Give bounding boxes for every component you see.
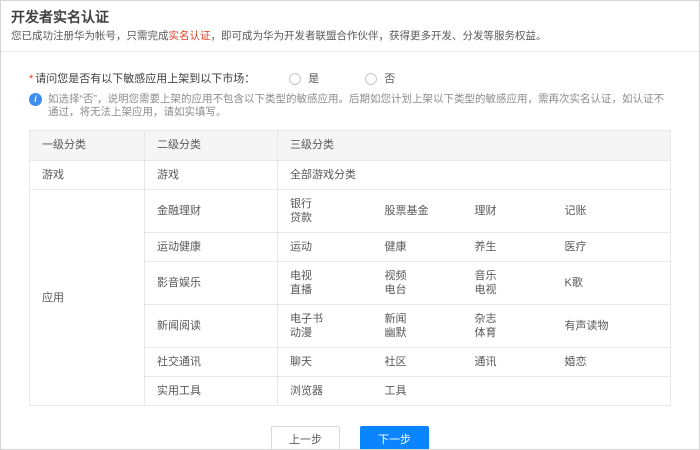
- radio-group: 是 否: [289, 72, 395, 86]
- category-cell: 医疗: [552, 232, 671, 262]
- subtitle-prefix: 您已成功注册华为帐号，只需完成: [11, 30, 169, 42]
- level2-cell: 运动健康: [144, 232, 278, 262]
- header-divider: [1, 51, 699, 52]
- category-cell: 健康: [372, 232, 463, 262]
- category-cell: 运动: [277, 232, 373, 262]
- prev-step-button[interactable]: 上一步: [271, 426, 340, 449]
- category-cell: 记账: [552, 189, 671, 233]
- category-cell: 电子书 动漫: [277, 304, 373, 348]
- category-cell: 理财: [462, 189, 553, 233]
- table-row-finance: 应用 金融理财 银行贷款 股票基金 理财 记账: [29, 189, 671, 406]
- radio-no-label: 否: [384, 73, 396, 85]
- header-level1: 一级分类: [29, 130, 145, 161]
- hint-row: i 如选择“否”，说明您需要上架的应用不包含以下类型的敏感应用。后期如您计划上架…: [29, 93, 671, 119]
- category-cell: 浏览器: [277, 376, 373, 406]
- category-cell: 股票基金: [372, 189, 463, 233]
- category-cell: 银行 贷款: [277, 189, 373, 233]
- level2-cell: 金融理财: [144, 189, 278, 233]
- category-line: 健康: [384, 241, 407, 253]
- category-line: 医疗: [564, 241, 587, 253]
- table-row-game: 游戏 游戏 全部游戏分类: [29, 160, 671, 190]
- category-line: 电视: [290, 270, 312, 282]
- category-cell: [552, 376, 671, 406]
- category-cell: 新闻 幽默: [372, 304, 463, 348]
- category-line: 电子书: [290, 313, 323, 325]
- category-cell: 有声读物: [552, 304, 671, 348]
- page-header: 开发者实名认证 您已成功注册华为帐号，只需完成实名认证，即可成为华为开发者联盟合…: [1, 1, 699, 43]
- category-line: 动漫: [290, 327, 312, 339]
- category-cell: 聊天: [277, 347, 373, 377]
- category-cell: 视频 电台: [372, 261, 463, 305]
- sensitive-app-question: * 请问您是否有以下敏感应用上架到以下市场： 是 否: [29, 72, 671, 86]
- category-cell: 通讯: [462, 347, 553, 377]
- radio-no[interactable]: 否: [365, 72, 395, 86]
- next-step-button[interactable]: 下一步: [360, 426, 429, 449]
- category-line: 股票基金: [384, 205, 429, 217]
- question-label: 请问您是否有以下敏感应用上架到以下市场：: [35, 73, 256, 85]
- app-level1-cell: 应用: [29, 189, 145, 406]
- radio-circle-icon[interactable]: [365, 73, 378, 85]
- category-line: 电视: [474, 284, 497, 296]
- category-line: 视频: [384, 270, 407, 282]
- realname-verification-page: 开发者实名认证 您已成功注册华为帐号，只需完成实名认证，即可成为华为开发者联盟合…: [0, 0, 700, 450]
- category-line: 直播: [290, 284, 312, 296]
- subtitle-suffix: ，即可成为华为开发者联盟合作伙伴，获得更多开发、分发等服务权益。: [210, 30, 547, 42]
- category-line: 浏览器: [290, 385, 323, 397]
- level2-cell: 新闻阅读: [144, 304, 278, 348]
- category-cell: K歌: [552, 261, 671, 305]
- category-cell: 电视 直播: [277, 261, 373, 305]
- sensitive-category-table: 一级分类 二级分类 三级分类 游戏 游戏 全部游戏分类 应用 金融理财 银行贷款…: [29, 130, 671, 406]
- radio-circle-icon[interactable]: [289, 73, 302, 85]
- category-line: 聊天: [290, 356, 312, 368]
- page-title: 开发者实名认证: [11, 9, 109, 25]
- radio-yes[interactable]: 是: [289, 72, 319, 86]
- category-line: 有声读物: [564, 320, 609, 332]
- category-line: 工具: [384, 385, 407, 397]
- header-level3: 三级分类: [277, 130, 671, 161]
- category-cell: [462, 376, 553, 406]
- info-icon: i: [29, 93, 42, 106]
- category-line: 杂志: [474, 313, 497, 325]
- category-cell: 杂志 体育: [462, 304, 553, 348]
- category-line: 养生: [474, 241, 497, 253]
- level2-cell: 社交通讯: [144, 347, 278, 377]
- category-line: 新闻: [384, 313, 407, 325]
- category-cell: 婚恋: [552, 347, 671, 377]
- category-cell: 工具: [372, 376, 463, 406]
- required-asterisk: *: [29, 73, 34, 85]
- hint-text: 如选择“否”，说明您需要上架的应用不包含以下类型的敏感应用。后期如您计划上架以下…: [48, 93, 664, 118]
- category-line: 体育: [474, 327, 497, 339]
- category-line: 幽默: [384, 327, 407, 339]
- category-line: 理财: [474, 205, 497, 217]
- category-cell: 养生: [462, 232, 553, 262]
- footer-actions: 上一步 下一步: [1, 426, 699, 449]
- category-line: 运动: [290, 241, 312, 253]
- category-line: 音乐: [474, 270, 497, 282]
- level2-cell: 实用工具: [144, 376, 278, 406]
- category-table-wrap: 一级分类 二级分类 三级分类 游戏 游戏 全部游戏分类 应用 金融理财 银行贷款…: [29, 130, 671, 406]
- game-level1-cell: 游戏: [29, 160, 145, 190]
- header-level2: 二级分类: [144, 130, 278, 161]
- category-line: 电台: [384, 284, 407, 296]
- game-level2-cell: 游戏: [144, 160, 278, 190]
- category-line: 通讯: [474, 356, 497, 368]
- category-line: 贷款: [290, 212, 312, 224]
- category-line: K歌: [564, 277, 583, 289]
- category-line: 银行: [290, 198, 312, 210]
- category-line: 记账: [564, 205, 587, 217]
- radio-yes-label: 是: [308, 73, 320, 85]
- table-header-row: 一级分类 二级分类 三级分类: [29, 130, 671, 161]
- category-cell: 社区: [372, 347, 463, 377]
- realname-verification-link[interactable]: 实名认证: [169, 30, 211, 42]
- category-cell: 音乐 电视: [462, 261, 553, 305]
- category-line: 婚恋: [564, 356, 587, 368]
- game-level3-cell: 全部游戏分类: [277, 160, 671, 190]
- page-subtitle: 您已成功注册华为帐号，只需完成实名认证，即可成为华为开发者联盟合作伙伴，获得更多…: [11, 30, 687, 43]
- level2-cell: 影音娱乐: [144, 261, 278, 305]
- category-line: 社区: [384, 356, 407, 368]
